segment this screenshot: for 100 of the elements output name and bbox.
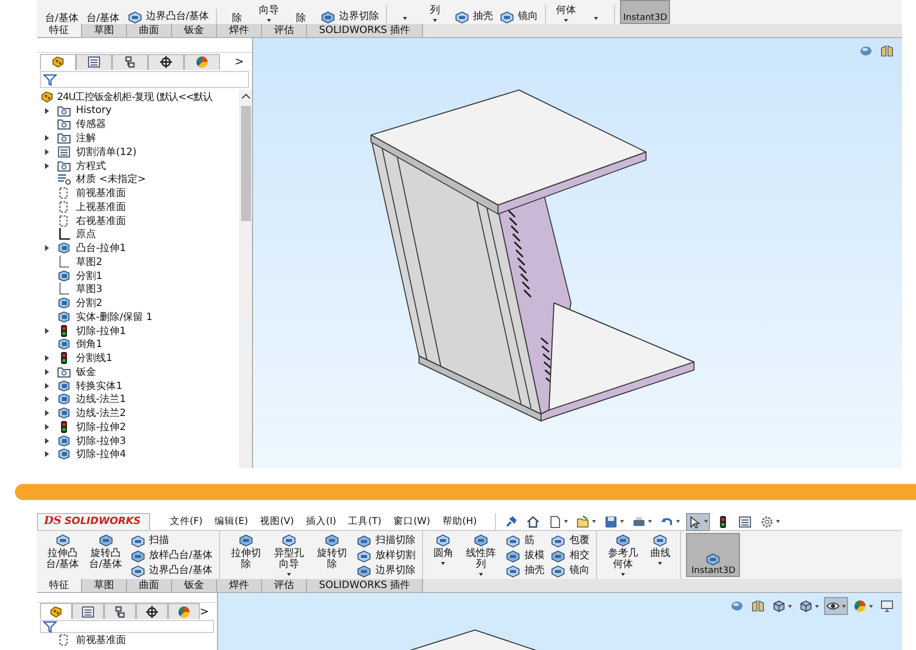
tree-item[interactable]: 分割线1 — [76, 351, 112, 366]
instant3d-button[interactable]: Instant3D — [620, 0, 670, 24]
tree-item[interactable]: 材质 <未指定> — [76, 172, 146, 186]
tree-item[interactable]: 前视基准面 — [76, 632, 126, 647]
toolbar-button[interactable]: 筋 — [503, 533, 546, 548]
tab[interactable]: 草图 — [82, 579, 127, 592]
panel-tab[interactable] — [40, 54, 76, 70]
tree-item[interactable]: 分割1 — [76, 268, 102, 283]
toolbar-button[interactable]: 镜向 — [497, 9, 540, 24]
tree-item[interactable]: 原点 — [76, 227, 96, 242]
toolbar-button[interactable]: 异型孔向导 — [268, 533, 310, 578]
tab[interactable]: SOLIDWORKS 插件 — [307, 579, 424, 592]
tree-root-item[interactable]: 24U工控钣金机柜-复现 (默认<<默认 — [57, 90, 212, 104]
toolbar-button[interactable]: 镜向 — [548, 563, 592, 578]
tree-item[interactable]: 凸台-拉伸1 — [76, 241, 126, 256]
tree-item[interactable]: 切除-拉伸3 — [76, 434, 126, 448]
toolbar-button[interactable]: 除 — [286, 13, 316, 24]
menu-item[interactable]: 插入(I) — [300, 515, 342, 528]
tab[interactable]: 曲面 — [127, 579, 172, 592]
tree-item[interactable]: 边线-法兰1 — [76, 392, 126, 406]
toolbar-button[interactable]: 边界切除 — [318, 9, 382, 24]
panel-tab[interactable] — [76, 54, 112, 70]
expand-arrow-icon[interactable] — [45, 382, 49, 389]
expand-arrow-icon[interactable] — [45, 148, 49, 155]
expand-arrow-icon[interactable] — [45, 424, 49, 430]
tab[interactable]: 钣金 — [172, 24, 217, 37]
toolbar-button[interactable]: 拉伸切除 — [225, 533, 266, 570]
toolbar-button[interactable]: 边界凸台/基体 — [124, 9, 212, 24]
more-tabs-button[interactable]: > — [200, 604, 209, 618]
toolbar-button[interactable]: 包覆 — [548, 533, 592, 548]
panel-tab[interactable] — [136, 603, 168, 619]
toolbar-button[interactable]: 曲线 — [645, 533, 676, 567]
expand-arrow-icon[interactable] — [45, 451, 49, 458]
menu-item[interactable]: 视图(V) — [254, 515, 300, 528]
toolbar-button[interactable]: 相交 — [548, 548, 592, 563]
tree-item[interactable]: 钣金 — [76, 364, 96, 379]
toolbar-button[interactable]: 边界凸台/基体 — [128, 563, 214, 578]
panel-tab[interactable] — [112, 54, 148, 70]
tab[interactable]: 草图 — [82, 24, 127, 37]
tab[interactable]: 评估 — [262, 579, 307, 592]
expand-arrow-icon[interactable] — [45, 368, 49, 375]
toolbar-button[interactable]: 台/基体 — [42, 13, 82, 24]
tree-item[interactable]: 右视基准面 — [76, 214, 126, 228]
quick-access-button[interactable] — [686, 512, 710, 530]
tree-item[interactable]: 边线-法兰2 — [76, 406, 126, 420]
toolbar-button[interactable]: 台/基体 — [83, 13, 123, 24]
more-tabs-button[interactable]: > — [234, 55, 244, 68]
tree-item[interactable]: 草图3 — [76, 282, 102, 296]
toolbar-button[interactable]: 拉伸凸台/基体 — [42, 533, 83, 570]
expand-arrow-icon[interactable] — [45, 438, 49, 444]
tree-item[interactable]: 方程式 — [76, 158, 106, 173]
panel-tab[interactable] — [104, 603, 136, 619]
expand-arrow-icon[interactable] — [45, 108, 49, 114]
expand-arrow-icon[interactable] — [45, 245, 49, 252]
tree-item[interactable]: 转换实体1 — [76, 378, 122, 393]
expand-arrow-icon[interactable] — [45, 135, 49, 142]
panel-tab[interactable] — [148, 54, 184, 70]
filter-field[interactable] — [40, 71, 249, 88]
tab[interactable]: 曲面 — [127, 24, 172, 37]
tab[interactable]: 特征 — [37, 579, 82, 592]
view-button[interactable] — [824, 597, 848, 615]
toolbar-button[interactable]: 扫描切除 — [354, 533, 418, 548]
tree-item[interactable]: 实体-删除/保留 1 — [76, 310, 153, 324]
tree-item[interactable]: 上视基准面 — [76, 200, 126, 214]
toolbar-button[interactable]: 拔模 — [503, 548, 546, 563]
toolbar-button[interactable]: 线性阵列 — [460, 533, 502, 578]
instant3d-button[interactable]: Instant3D — [686, 533, 740, 577]
panel-tab[interactable] — [72, 603, 104, 619]
toolbar-button[interactable]: 除 — [222, 13, 252, 24]
toolbar-button[interactable]: 圆角 — [428, 533, 458, 567]
toolbar-button[interactable]: 旋转切除 — [311, 533, 352, 570]
menu-item[interactable]: 工具(T) — [342, 515, 388, 528]
tree-item[interactable]: 切除-拉伸4 — [76, 447, 126, 462]
tree-item[interactable]: 倒角1 — [76, 337, 102, 352]
tab[interactable]: 焊件 — [217, 24, 262, 37]
tab[interactable]: 评估 — [262, 24, 307, 37]
menu-item[interactable]: 编辑(E) — [208, 515, 254, 528]
tree-item[interactable]: 草图2 — [76, 254, 102, 269]
tab[interactable]: 钣金 — [172, 579, 217, 592]
tab[interactable]: 特征 — [37, 24, 82, 37]
tree-item[interactable]: 切割清单(12) — [76, 144, 137, 159]
tree-item[interactable]: History — [76, 105, 112, 116]
expand-arrow-icon[interactable] — [45, 355, 49, 362]
tree-item[interactable]: 前视基准面 — [76, 186, 126, 200]
expand-arrow-icon[interactable] — [45, 410, 49, 416]
expand-arrow-icon[interactable] — [45, 328, 49, 334]
tree-item[interactable]: 注解 — [76, 131, 96, 146]
tree-item[interactable]: 切除-拉伸2 — [76, 420, 126, 434]
toolbar-button[interactable]: 扫描 — [128, 533, 214, 548]
toolbar-button[interactable]: 抽壳 — [452, 9, 496, 24]
tree-item[interactable]: 分割2 — [76, 296, 102, 310]
scrollbar[interactable] — [239, 90, 252, 468]
menu-item[interactable]: 窗口(W) — [387, 515, 436, 528]
menu-item[interactable]: 文件(F) — [164, 515, 209, 528]
toolbar-button[interactable]: 旋转凸台/基体 — [85, 533, 126, 570]
expand-arrow-icon[interactable] — [45, 162, 49, 169]
toolbar-button[interactable]: 放样凸台/基体 — [128, 548, 214, 563]
tab[interactable]: SOLIDWORKS 插件 — [307, 24, 424, 37]
toolbar-button[interactable]: 抽壳 — [503, 563, 546, 578]
tree-item[interactable]: 传感器 — [76, 117, 106, 132]
